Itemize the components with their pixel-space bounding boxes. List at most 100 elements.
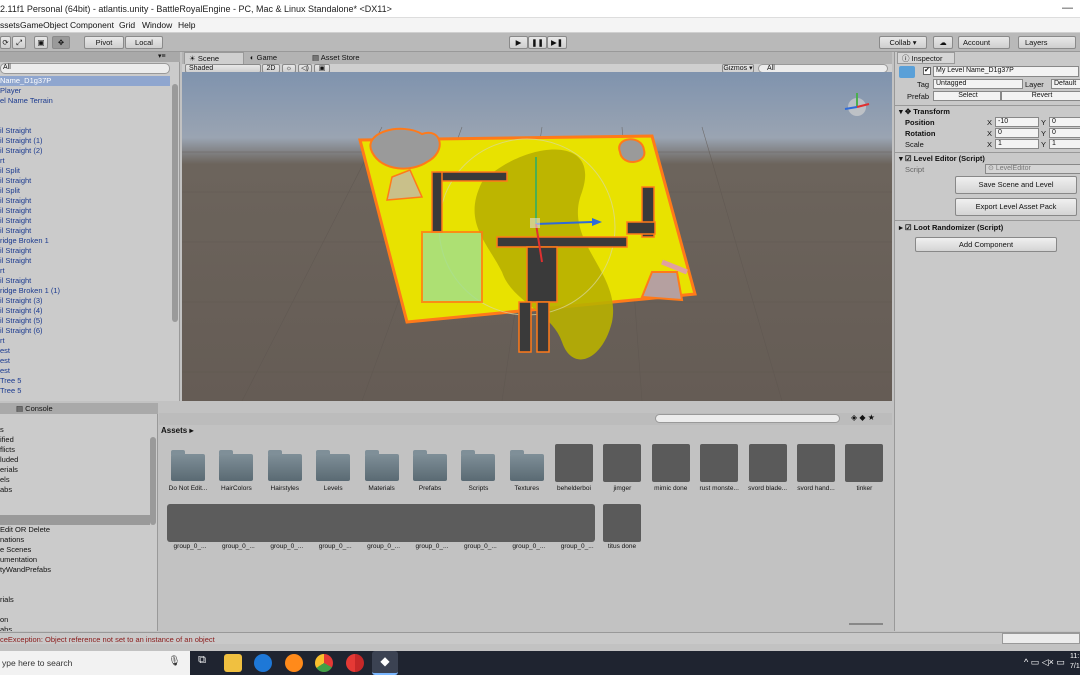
hierarchy-item[interactable]: est bbox=[0, 366, 10, 376]
task-view-icon[interactable]: ⧉ bbox=[193, 654, 211, 672]
rect-tool-icon[interactable]: ▣ bbox=[34, 36, 48, 49]
assets-search-input[interactable] bbox=[655, 414, 840, 423]
chrome-alt-icon[interactable] bbox=[346, 654, 364, 672]
edge-icon[interactable] bbox=[254, 654, 272, 672]
hierarchy-item[interactable]: Tree 5 bbox=[0, 376, 21, 386]
tab-console[interactable]: ▤ Console bbox=[12, 403, 60, 415]
hierarchy-scrollbar[interactable] bbox=[172, 84, 178, 322]
project-tree-item[interactable]: s bbox=[0, 425, 4, 435]
project-tree-item[interactable]: Edit OR Delete bbox=[0, 525, 50, 535]
project-tree-item[interactable]: on bbox=[0, 615, 8, 625]
rotation-y-field[interactable]: 0 bbox=[1049, 128, 1080, 138]
project-tree-item[interactable]: els bbox=[0, 475, 10, 485]
menu-help[interactable]: Help bbox=[178, 20, 195, 30]
scene-view[interactable] bbox=[182, 72, 892, 401]
collab-button[interactable]: Collab ▾ bbox=[879, 36, 927, 49]
hierarchy-item[interactable]: il Straight bbox=[0, 226, 31, 236]
pause-button[interactable]: ❚❚ bbox=[528, 36, 547, 49]
project-tree-item[interactable]: erials bbox=[0, 465, 18, 475]
folder-icon[interactable] bbox=[509, 450, 544, 481]
model-thumbnail[interactable] bbox=[845, 444, 884, 482]
scale-x-field[interactable]: 1 bbox=[995, 139, 1039, 149]
folder-icon[interactable] bbox=[171, 450, 205, 481]
tab-game[interactable]: ◐ Game bbox=[246, 52, 302, 64]
local-toggle[interactable]: Local bbox=[125, 36, 163, 49]
prefab-select-button[interactable]: Select bbox=[933, 91, 1001, 101]
project-tree-item[interactable]: ified bbox=[0, 435, 14, 445]
hierarchy-item[interactable]: il Straight (1) bbox=[0, 136, 43, 146]
file-explorer-icon[interactable] bbox=[224, 654, 242, 672]
project-tree-item[interactable]: umentation bbox=[0, 555, 37, 565]
play-button[interactable]: ▶ bbox=[509, 36, 528, 49]
model-thumbnail[interactable] bbox=[748, 444, 787, 482]
menu-assets[interactable]: ssets bbox=[0, 20, 20, 30]
clock-date[interactable]: 7/1 bbox=[1070, 663, 1080, 670]
hierarchy-item[interactable]: il Straight bbox=[0, 206, 31, 216]
cloud-icon[interactable]: ☁ bbox=[933, 36, 953, 49]
transform-tool-icon[interactable]: ✥ bbox=[52, 36, 70, 49]
hierarchy-item[interactable]: Tree 5 bbox=[0, 386, 21, 396]
tab-inspector[interactable]: ⓘ Inspector bbox=[897, 52, 955, 64]
project-tree-item[interactable]: flicts bbox=[0, 445, 15, 455]
scale-y-field[interactable]: 1 bbox=[1049, 139, 1080, 149]
hierarchy-item[interactable]: ridge Broken 1 bbox=[0, 236, 49, 246]
transform-header[interactable]: ▾ ✥ Transform bbox=[899, 107, 950, 116]
hierarchy-item[interactable]: est bbox=[0, 346, 10, 356]
hierarchy-item[interactable]: el Name Terrain bbox=[0, 96, 53, 106]
model-thumbnail[interactable] bbox=[555, 444, 593, 482]
hierarchy-item[interactable]: Name_D1g37P bbox=[0, 76, 170, 86]
active-checkbox[interactable]: ✔ bbox=[923, 67, 931, 75]
assets-breadcrumb[interactable]: Assets ▸ bbox=[161, 426, 194, 435]
model-thumbnail[interactable] bbox=[700, 444, 739, 482]
hierarchy-item[interactable]: est bbox=[0, 356, 10, 366]
hierarchy-item[interactable]: il Straight (6) bbox=[0, 326, 43, 336]
prefab-revert-button[interactable]: Revert bbox=[1001, 91, 1080, 101]
model-thumbnail[interactable] bbox=[603, 504, 641, 542]
hierarchy-item[interactable]: il Straight bbox=[0, 246, 31, 256]
project-tree-item[interactable]: luded bbox=[0, 455, 18, 465]
pivot-toggle[interactable]: Pivot bbox=[84, 36, 124, 49]
prefab-group-strip[interactable] bbox=[167, 504, 595, 542]
hierarchy-search[interactable]: All bbox=[0, 63, 170, 74]
firefox-icon[interactable] bbox=[285, 654, 303, 672]
project-tree-item[interactable]: e Scenes bbox=[0, 545, 31, 555]
folder-icon[interactable] bbox=[364, 450, 399, 481]
add-component-button[interactable]: Add Component bbox=[915, 237, 1057, 252]
layers-dropdown[interactable]: Layers bbox=[1018, 36, 1076, 49]
project-tree-item[interactable]: abs bbox=[0, 485, 12, 495]
layer-dropdown[interactable]: Default bbox=[1051, 79, 1080, 89]
model-thumbnail[interactable] bbox=[651, 444, 690, 482]
hierarchy-item[interactable]: Player bbox=[0, 86, 21, 96]
hierarchy-item[interactable]: il Straight (5) bbox=[0, 316, 43, 326]
rotate-tool-icon[interactable]: ⟳ bbox=[0, 36, 11, 49]
hierarchy-item[interactable]: il Straight (2) bbox=[0, 146, 43, 156]
rotation-x-field[interactable]: 0 bbox=[995, 128, 1039, 138]
hierarchy-item[interactable]: il Straight (3) bbox=[0, 296, 43, 306]
hierarchy-item[interactable]: il Straight bbox=[0, 126, 31, 136]
taskbar-search[interactable]: ype here to search 🎙 bbox=[0, 651, 190, 675]
menu-grid[interactable]: Grid bbox=[119, 20, 135, 30]
scene-canvas[interactable] bbox=[182, 72, 892, 401]
save-scene-and-level-button[interactable]: Save Scene and Level bbox=[955, 176, 1077, 194]
account-dropdown[interactable]: Account bbox=[958, 36, 1010, 49]
project-tree-item[interactable]: rials bbox=[0, 595, 14, 605]
project-tree-item[interactable]: abs bbox=[0, 625, 12, 631]
hierarchy-item[interactable]: il Straight bbox=[0, 176, 31, 186]
menu-gameobject[interactable]: GameObject bbox=[20, 20, 68, 30]
hierarchy-item[interactable]: rt bbox=[0, 266, 5, 276]
tab-asset-store[interactable]: ▤ Asset Store bbox=[308, 52, 388, 64]
chrome-icon[interactable] bbox=[315, 654, 333, 672]
project-tree-item[interactable]: nations bbox=[0, 535, 24, 545]
hierarchy-item[interactable]: il Straight (4) bbox=[0, 306, 43, 316]
project-tree-item[interactable]: tyWandPrefabs bbox=[0, 565, 51, 575]
folder-icon[interactable] bbox=[316, 450, 351, 481]
project-tree-item[interactable] bbox=[0, 515, 150, 525]
object-name-field[interactable]: My Level Name_D1g37P bbox=[933, 66, 1079, 77]
tag-dropdown[interactable]: Untagged bbox=[933, 79, 1023, 89]
zoom-slider[interactable] bbox=[849, 623, 883, 625]
filter-icon[interactable]: ◈ ◆ ★ bbox=[851, 413, 875, 422]
tab-scene[interactable]: ☀ Scene bbox=[184, 52, 244, 64]
folder-icon[interactable] bbox=[267, 450, 302, 481]
position-x-field[interactable]: -10 bbox=[995, 117, 1039, 127]
model-thumbnail[interactable] bbox=[797, 444, 835, 482]
